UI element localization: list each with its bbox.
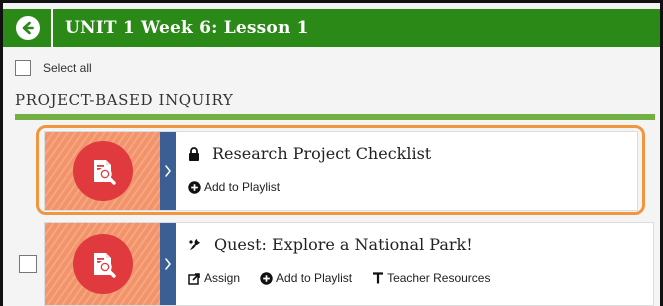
section-divider [15,114,655,120]
page-title: UNIT 1 Week 6: Lesson 1 [65,18,309,38]
select-all-checkbox[interactable] [15,60,31,76]
add-to-playlist-button[interactable]: Add to Playlist [260,271,352,285]
card-actions: Assign Add to Playlist Teacher Resources [188,271,510,285]
select-all-label: Select all [43,61,92,75]
card-title-row: Quest: Explore a National Park! [188,235,473,254]
text-icon [373,272,384,284]
select-all: Select all [15,60,92,76]
header-divider [51,9,53,47]
card-body: Quest: Explore a National Park! Assign A… [176,223,653,305]
add-to-playlist-label: Add to Playlist [276,271,353,285]
teacher-resources-button[interactable]: Teacher Resources [372,271,490,285]
chevron-right-icon [165,258,171,270]
quest-icon [189,238,200,250]
share-icon [188,272,200,285]
assign-button[interactable]: Assign [188,271,240,285]
back-button[interactable] [16,16,40,40]
section-title: PROJECT-BASED INQUIRY [15,91,234,109]
assign-label: Assign [204,271,241,285]
item-checkbox[interactable] [19,255,37,273]
research-icon [72,234,133,294]
expand-toggle[interactable] [160,223,176,305]
resource-thumbnail[interactable] [45,223,160,305]
card-title[interactable]: Quest: Explore a National Park! [214,235,473,254]
teacher-resources-label: Teacher Resources [387,271,491,285]
resource-card: Quest: Explore a National Park! Assign A… [44,222,654,306]
selection-highlight [36,125,645,215]
arrow-left-icon [22,21,34,35]
plus-circle-icon [260,271,273,285]
lesson-header: UNIT 1 Week 6: Lesson 1 [3,9,660,47]
